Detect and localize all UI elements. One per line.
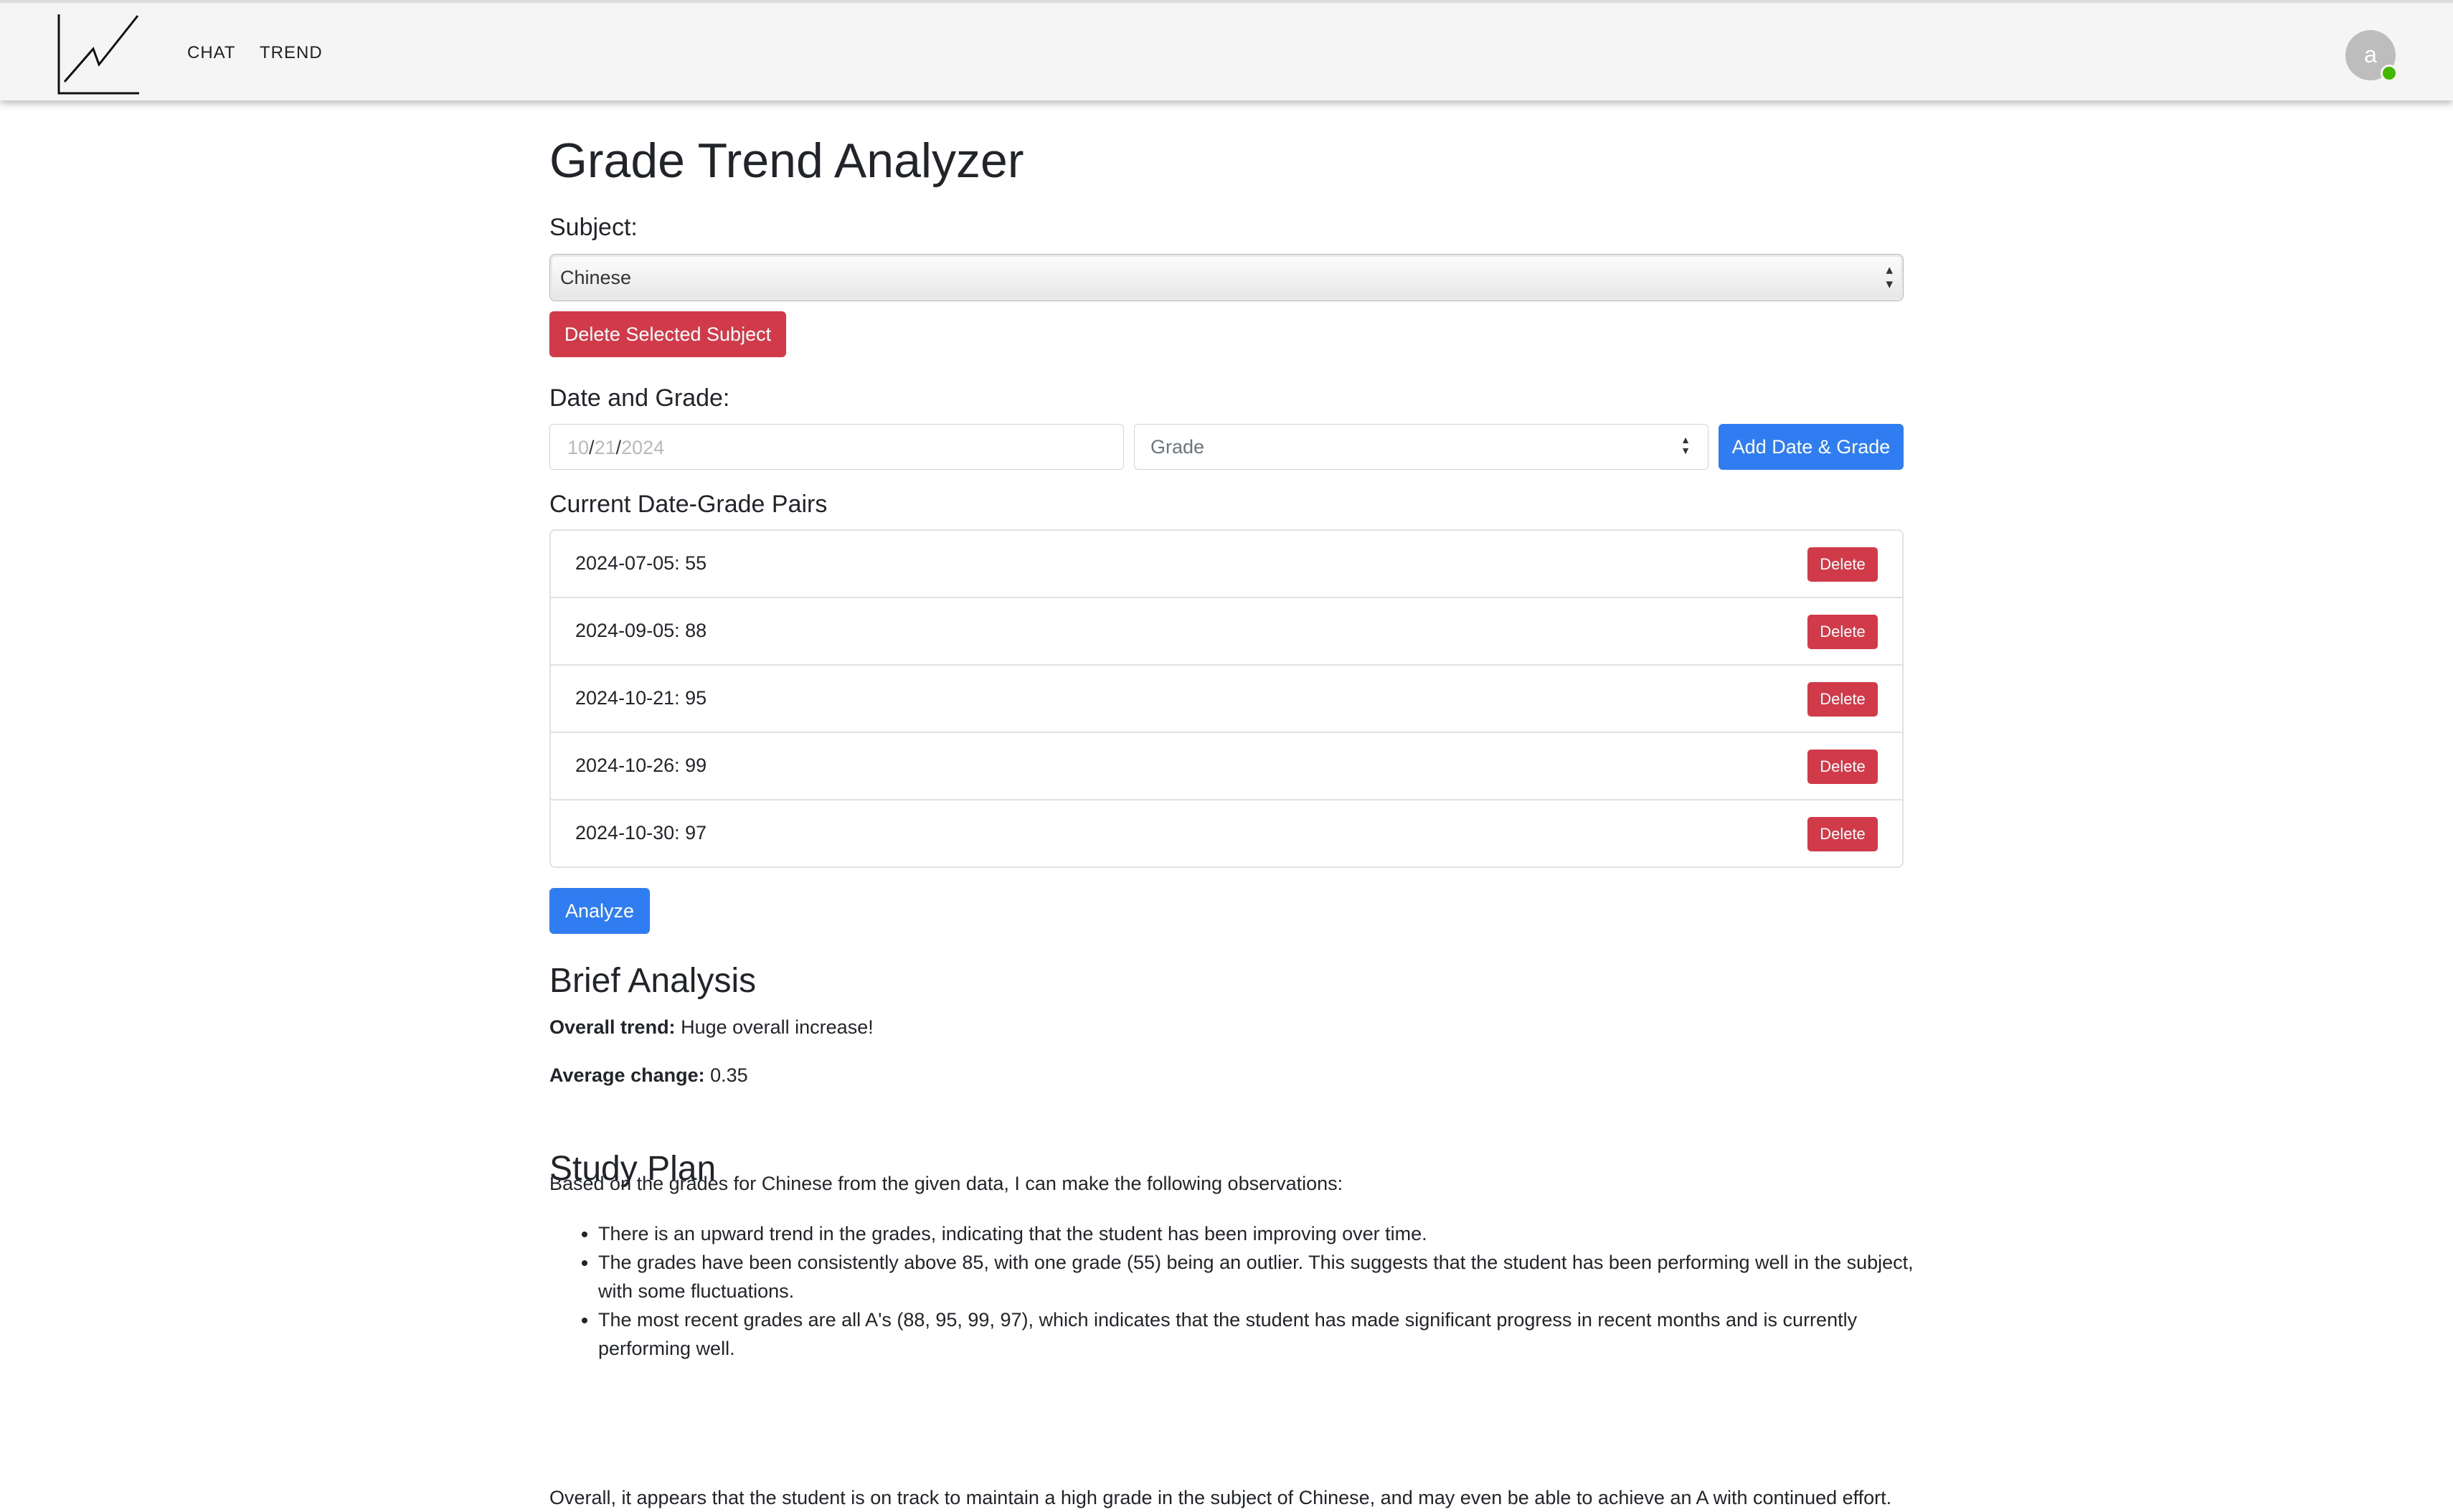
add-date-grade-button[interactable]: Add Date & Grade <box>1719 424 1904 470</box>
delete-subject-button[interactable]: Delete Selected Subject <box>549 311 786 357</box>
subject-select[interactable]: Chinese ▴ ▾ <box>549 254 1904 301</box>
grade-placeholder: Grade <box>1150 436 1205 458</box>
overall-trend-value: Huge overall increase! <box>681 1016 874 1038</box>
pair-text: 2024-10-21: 95 <box>575 687 707 709</box>
study-plan-bullet: The most recent grades are all A's (88, … <box>598 1305 1952 1363</box>
list-item: 2024-10-21: 95 Delete <box>551 666 1902 733</box>
average-change-label: Average change: <box>549 1064 705 1086</box>
trend-logo-icon[interactable] <box>56 13 143 96</box>
delete-pair-button[interactable]: Delete <box>1807 547 1878 582</box>
study-plan-bullet: There is an upward trend in the grades, … <box>598 1219 1952 1248</box>
date-separator: / <box>589 437 595 458</box>
date-grade-list: 2024-07-05: 55 Delete 2024-09-05: 88 Del… <box>549 529 1904 868</box>
pair-text: 2024-10-26: 99 <box>575 755 707 776</box>
grade-input[interactable]: Grade ▲ ▼ <box>1134 424 1708 470</box>
date-year[interactable]: 2024 <box>621 437 664 458</box>
nav-trend[interactable]: TREND <box>260 43 323 63</box>
date-input[interactable]: 10/21/2024 <box>549 424 1124 470</box>
subject-label: Subject: <box>549 214 638 241</box>
date-day[interactable]: 21 <box>595 437 616 458</box>
date-grade-label: Date and Grade: <box>549 384 730 412</box>
subject-selected-value: Chinese <box>560 267 632 288</box>
top-app-bar: CHAT TREND a <box>0 0 2453 100</box>
select-arrows-icon: ▴ ▾ <box>1886 263 1893 292</box>
analyze-button[interactable]: Analyze <box>549 888 650 934</box>
study-plan-list: There is an upward trend in the grades, … <box>549 1219 1952 1363</box>
brief-analysis-title: Brief Analysis <box>549 962 757 1000</box>
pair-text: 2024-07-05: 55 <box>575 552 707 574</box>
study-plan-intro: Based on the grades for Chinese from the… <box>549 1173 1343 1194</box>
pair-text: 2024-10-30: 97 <box>575 822 707 844</box>
average-change: Average change: 0.35 <box>549 1064 748 1087</box>
date-month[interactable]: 10 <box>567 437 589 458</box>
pairs-title: Current Date-Grade Pairs <box>549 491 828 518</box>
overall-trend: Overall trend: Huge overall increase! <box>549 1016 874 1039</box>
delete-pair-button[interactable]: Delete <box>1807 750 1878 784</box>
overall-trend-label: Overall trend: <box>549 1016 676 1038</box>
delete-pair-button[interactable]: Delete <box>1807 817 1878 851</box>
delete-pair-button[interactable]: Delete <box>1807 682 1878 717</box>
grade-stepper-icon[interactable]: ▲ ▼ <box>1681 435 1691 456</box>
list-item: 2024-10-26: 99 Delete <box>551 733 1902 800</box>
online-status-icon <box>2381 65 2398 82</box>
list-item: 2024-07-05: 55 Delete <box>551 531 1902 598</box>
nav-chat[interactable]: CHAT <box>187 43 236 63</box>
list-item: 2024-10-30: 97 Delete <box>551 800 1902 866</box>
page-title: Grade Trend Analyzer <box>549 133 1024 188</box>
pair-text: 2024-09-05: 88 <box>575 620 707 641</box>
date-value: 10/21/2024 <box>567 437 664 459</box>
study-plan-conclusion: Overall, it appears that the student is … <box>549 1487 1892 1508</box>
date-separator: / <box>615 437 622 458</box>
study-plan-bullet: The grades have been consistently above … <box>598 1248 1952 1305</box>
delete-pair-button[interactable]: Delete <box>1807 615 1878 649</box>
list-item: 2024-09-05: 88 Delete <box>551 598 1902 666</box>
average-change-value: 0.35 <box>710 1064 748 1086</box>
